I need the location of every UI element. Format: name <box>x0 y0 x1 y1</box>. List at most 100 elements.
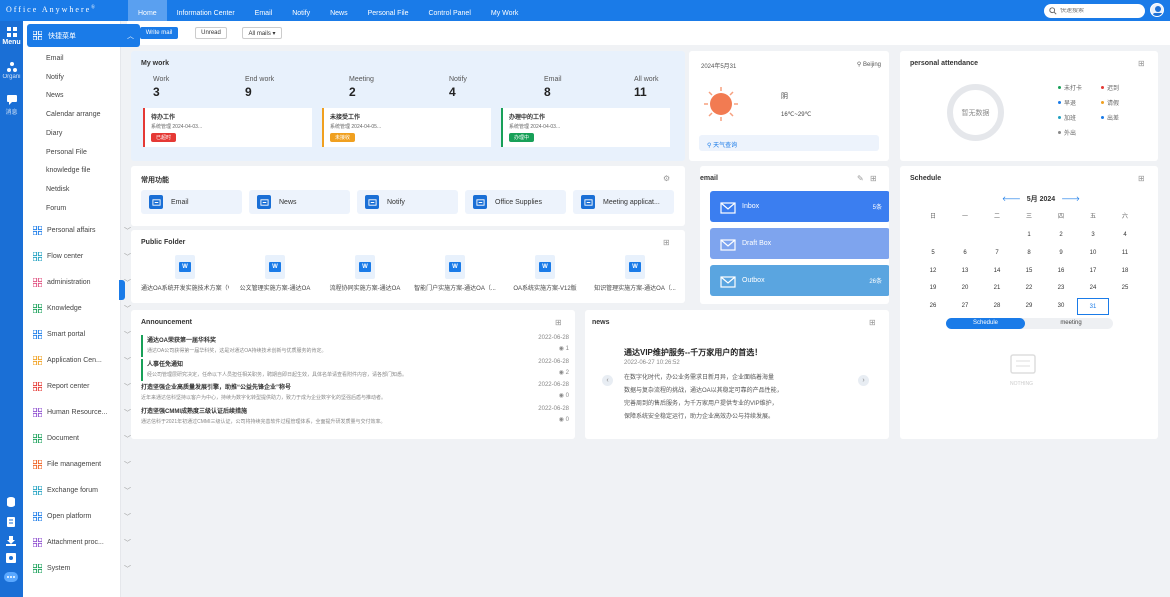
prev-month-icon[interactable]: 🡐 <box>1002 196 1021 203</box>
nav-tab-5[interactable]: Personal File <box>358 0 419 21</box>
menu-subitem[interactable]: Forum <box>46 205 66 212</box>
weather-city[interactable]: ⚲ Beijing <box>857 61 881 68</box>
function-shortcut[interactable]: Email <box>141 190 242 214</box>
announcement-item[interactable]: 打造坚强企业高质量发展引擎，助推“公益先锋企业”称号 近年来通达信科坚持以客户为中… <box>141 382 569 404</box>
work-stat[interactable]: All work 11 <box>634 76 659 99</box>
work-item[interactable]: 办理中的工作 系统管理 2024-04-03... 办理中 <box>501 108 670 147</box>
grid-small-icon[interactable]: ⊞ <box>870 174 877 183</box>
folder-file[interactable]: W 智能门户实施方案-通达OA（... <box>411 255 499 292</box>
menu-category[interactable]: Document ﹀ <box>32 433 137 444</box>
menu-category[interactable]: Exchange forum ﹀ <box>32 485 137 496</box>
settings-circle-icon[interactable]: ⚙ <box>663 174 670 183</box>
function-shortcut[interactable]: News <box>249 190 350 214</box>
document-icon[interactable] <box>6 517 16 527</box>
menu-category[interactable]: Human Resource... ﹀ <box>32 407 137 418</box>
mailbox-outbox[interactable]: Outbox 26条 <box>710 265 889 296</box>
work-stat[interactable]: Email 8 <box>544 76 562 99</box>
calendar-day[interactable]: 26 <box>917 298 949 315</box>
calendar-day[interactable]: 25 <box>1109 280 1141 297</box>
folder-file[interactable]: W 流程协同实施方案-通达OA <box>321 255 409 292</box>
menu-category[interactable]: Open platform ﹀ <box>32 511 137 522</box>
chevron-left-icon[interactable]: ‹ <box>602 375 613 386</box>
menu-subitem[interactable]: Personal File <box>46 149 87 156</box>
calendar-day[interactable]: 6 <box>949 245 981 262</box>
calendar-day[interactable]: 5 <box>917 245 949 262</box>
menu-category[interactable]: Flow center ﹀ <box>32 251 137 262</box>
calendar-day[interactable]: 3 <box>1077 227 1109 244</box>
work-stat[interactable]: End work 9 <box>245 76 274 99</box>
calendar-day[interactable]: 19 <box>917 280 949 297</box>
chevron-right-icon[interactable]: › <box>858 375 869 386</box>
calendar-day[interactable]: 15 <box>1013 263 1045 280</box>
org-button[interactable]: Organi <box>0 62 23 80</box>
calendar-day[interactable]: 30 <box>1045 298 1077 315</box>
calendar-day[interactable]: 16 <box>1045 263 1077 280</box>
work-stat[interactable]: Work 3 <box>153 76 169 99</box>
nav-tab-7[interactable]: My Work <box>481 0 528 21</box>
collapse-handle[interactable] <box>119 280 125 300</box>
calendar-day[interactable]: 21 <box>981 280 1013 297</box>
calendar-day[interactable]: 9 <box>1045 245 1077 262</box>
folder-file[interactable]: W 知识管理实施方案-通达OA（... <box>591 255 679 292</box>
grid-small-icon[interactable]: ⊞ <box>1138 174 1145 183</box>
next-month-icon[interactable]: 🡒 <box>1061 196 1080 203</box>
calendar-day[interactable]: 18 <box>1109 263 1141 280</box>
menu-category[interactable]: Report center ﹀ <box>32 381 137 392</box>
announcement-item[interactable]: 通达OA荣获第一届华科奖 通达OA公司获得第一届华科奖，这是对通达OA持续技术创新… <box>141 335 569 357</box>
edit-icon[interactable]: ✎ <box>857 174 864 183</box>
grid-small-icon[interactable]: ⊞ <box>663 238 670 247</box>
nav-tab-2[interactable]: Email <box>245 0 283 21</box>
calendar-day[interactable] <box>949 227 981 244</box>
all-mails-select[interactable]: All mails ▾ <box>242 27 282 39</box>
work-item[interactable]: 待办工作 系统管理 2024-04-03... 已超时 <box>143 108 312 147</box>
menu-category[interactable]: Application Cen... ﹀ <box>32 355 137 366</box>
app-logo[interactable]: Office Anywhere® <box>6 5 97 14</box>
menu-toggle[interactable]: Menu <box>0 27 23 46</box>
function-shortcut[interactable]: Meeting applicat... <box>573 190 674 214</box>
calendar-day[interactable] <box>981 227 1013 244</box>
function-shortcut[interactable]: Notify <box>357 190 458 214</box>
calendar-day[interactable]: 27 <box>949 298 981 315</box>
tab-schedule[interactable]: Schedule <box>946 318 1025 329</box>
search-input[interactable] <box>1060 8 1140 14</box>
menu-subitem[interactable]: knowledge file <box>46 167 90 174</box>
calendar-day[interactable]: 4 <box>1109 227 1141 244</box>
function-shortcut[interactable]: Office Supplies <box>465 190 566 214</box>
more-icon[interactable] <box>4 572 18 582</box>
nav-tab-3[interactable]: Notify <box>282 0 320 21</box>
menu-subitem[interactable]: Diary <box>46 130 62 137</box>
menu-subitem[interactable]: Calendar arrange <box>46 111 100 118</box>
nav-tab-4[interactable]: News <box>320 0 358 21</box>
work-item[interactable]: 未接受工作 系统管理 2024-04-05... 未接收 <box>322 108 491 147</box>
nav-tab-1[interactable]: Information Center <box>167 0 245 21</box>
folder-file[interactable]: W OA系统实施方案-V12版 <box>501 255 589 292</box>
folder-file[interactable]: W 通达OA系统开发实施技术方案（V... <box>141 255 229 292</box>
news-headline[interactable]: 通达VIP维护服务--千万家用户的首选！ <box>624 347 762 358</box>
calendar-day[interactable]: 24 <box>1077 280 1109 297</box>
calendar-day[interactable]: 31 <box>1077 298 1109 316</box>
mailbox-draft-box[interactable]: Draft Box <box>710 228 889 259</box>
im-button[interactable]: 消息 <box>0 95 23 116</box>
work-stat[interactable]: Meeting 2 <box>349 76 374 99</box>
calendar-day[interactable]: 10 <box>1077 245 1109 262</box>
write-mail-button[interactable]: Write mail <box>140 27 178 39</box>
menu-category[interactable]: File management ﹀ <box>32 459 137 470</box>
grid-small-icon[interactable]: ⊞ <box>869 318 876 327</box>
announcement-item[interactable]: 人事任免通知 经公司管理层研究决定，任命以下人员担任相关职务，聘期自即日起生效，具… <box>141 358 569 381</box>
grid-small-icon[interactable]: ⊞ <box>1138 59 1145 68</box>
database-icon[interactable] <box>6 497 16 507</box>
menu-subitem[interactable]: Netdisk <box>46 186 69 193</box>
calendar-day[interactable]: 14 <box>981 263 1013 280</box>
calendar-day[interactable]: 2 <box>1045 227 1077 244</box>
calendar-day[interactable]: 11 <box>1109 245 1141 262</box>
calendar-day[interactable]: 29 <box>1013 298 1045 315</box>
avatar[interactable] <box>1150 3 1164 17</box>
menu-category[interactable]: Personal affairs ﹀ <box>32 225 137 236</box>
calendar-day[interactable]: 13 <box>949 263 981 280</box>
mailbox-inbox[interactable]: Inbox 5条 <box>710 191 889 222</box>
calendar-day[interactable]: 8 <box>1013 245 1045 262</box>
calendar-day[interactable]: 7 <box>981 245 1013 262</box>
weather-search[interactable]: ⚲ 天气查询 <box>699 135 879 151</box>
menu-category[interactable]: System ﹀ <box>32 563 137 574</box>
calendar-day[interactable]: 17 <box>1077 263 1109 280</box>
